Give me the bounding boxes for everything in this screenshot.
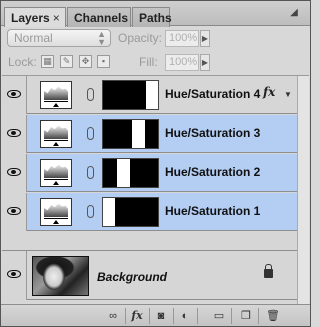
tab-channels-label: Channels (74, 11, 129, 25)
eye-icon (7, 207, 21, 215)
lock-icon (264, 264, 273, 278)
background-layer-row[interactable]: Background (2, 250, 309, 300)
layers-panel: Layers × Channels Paths ◢ Normal ▲ ▼ Opaci… (0, 0, 311, 327)
histogram-baseline (44, 101, 68, 102)
tab-channels[interactable]: Channels (67, 7, 131, 27)
link-layers-icon[interactable]: ∞ (104, 308, 122, 324)
chain-link-icon[interactable] (87, 88, 94, 101)
toolbar-separator (258, 308, 259, 324)
mask-white-area (103, 198, 115, 226)
mask-white-area (146, 81, 158, 109)
eye-icon (7, 90, 21, 98)
chain-link-icon[interactable] (87, 127, 94, 140)
visibility-toggle[interactable] (2, 115, 27, 153)
add-mask-icon[interactable]: ◙ (152, 308, 170, 324)
lock-position-icon[interactable]: ✥ (79, 55, 92, 68)
blend-row: Normal ▲ ▼ Opacity: 100% ▶ (1, 27, 310, 49)
background-image-thumbnail[interactable] (32, 256, 89, 296)
toolbar-separator (197, 308, 198, 324)
toolbar-separator (173, 308, 174, 324)
new-layer-icon[interactable]: ❐ (237, 308, 255, 324)
layers-scrollbar[interactable] (297, 76, 309, 304)
layers-list: Hue/Saturation 4 fx ▼ Hue/Saturation 3 H… (2, 75, 309, 304)
layer-mask-thumbnail[interactable] (102, 197, 159, 227)
select-arrows-icon: ▲ ▼ (97, 29, 106, 47)
adjustment-thumbnail[interactable] (40, 120, 72, 148)
adjustment-thumbnail[interactable] (40, 198, 72, 226)
toolbar-separator (231, 308, 232, 324)
histogram-icon (44, 86, 68, 100)
lock-label: Lock: (8, 55, 37, 69)
layer-row[interactable]: Hue/Saturation 1 (2, 193, 309, 231)
adjustment-thumbnail[interactable] (40, 159, 72, 187)
panel-tab-bar: Layers × Channels Paths ◢ (1, 1, 310, 27)
close-tab-icon[interactable]: × (53, 11, 60, 25)
fill-field[interactable]: 100% (165, 54, 199, 71)
histogram-baseline (44, 218, 68, 219)
slider-triangle-icon (53, 103, 59, 107)
tab-paths-label: Paths (139, 11, 172, 25)
adjustment-thumbnail[interactable] (40, 81, 72, 109)
histogram-baseline (44, 179, 68, 180)
histogram-icon (44, 164, 68, 178)
fill-label: Fill: (139, 55, 158, 69)
new-adjustment-layer-icon[interactable]: ◐ (176, 308, 194, 324)
opacity-field[interactable]: 100% (165, 30, 199, 47)
histogram-baseline (44, 140, 68, 141)
opacity-label: Opacity: (118, 31, 163, 45)
histogram-icon (44, 125, 68, 139)
fill-flyout-icon[interactable]: ▶ (200, 54, 210, 71)
layer-row[interactable]: Hue/Saturation 2 (2, 154, 309, 192)
delete-layer-icon[interactable]: 🗑 (264, 308, 282, 324)
histogram-icon (44, 203, 68, 217)
panel-menu-icon[interactable]: ◢ (286, 6, 302, 20)
eye-icon (7, 129, 21, 137)
lock-image-pixels-icon[interactable]: ✎ (60, 55, 73, 68)
eye-icon (7, 168, 21, 176)
mask-white-area (117, 159, 130, 187)
layer-row[interactable]: Hue/Saturation 3 (2, 115, 309, 153)
slider-triangle-icon (53, 142, 59, 146)
effects-expand-icon[interactable]: ▼ (284, 90, 292, 99)
layer-name[interactable]: Hue/Saturation 4 (165, 87, 260, 101)
panel-bottom-toolbar: ∞ fx ◙ ◐ ▭ ❐ 🗑 (1, 304, 310, 326)
slider-triangle-icon (53, 181, 59, 185)
lock-all-icon[interactable]: ▪ (97, 55, 110, 68)
eye-icon (7, 270, 21, 278)
slider-triangle-icon (53, 220, 59, 224)
visibility-toggle[interactable] (2, 193, 27, 231)
chain-link-icon[interactable] (87, 166, 94, 179)
chain-link-icon[interactable] (87, 205, 94, 218)
layer-row[interactable]: Hue/Saturation 4 fx ▼ (2, 76, 309, 114)
blend-mode-value: Normal (14, 31, 53, 45)
layer-name[interactable]: Hue/Saturation 2 (165, 165, 260, 179)
opacity-flyout-icon[interactable]: ▶ (200, 30, 210, 47)
layer-mask-thumbnail[interactable] (102, 119, 159, 149)
mask-white-area (132, 120, 145, 148)
lock-transparent-pixels-icon[interactable]: ▦ (41, 55, 54, 68)
tab-layers[interactable]: Layers × (4, 7, 66, 27)
visibility-toggle[interactable] (2, 76, 27, 114)
new-group-icon[interactable]: ▭ (210, 308, 228, 324)
add-layer-style-icon[interactable]: fx (128, 308, 146, 324)
tab-paths[interactable]: Paths (132, 7, 172, 27)
layer-name[interactable]: Hue/Saturation 1 (165, 204, 260, 218)
layer-name[interactable]: Hue/Saturation 3 (165, 126, 260, 140)
layer-effects-icon[interactable]: fx (263, 85, 275, 99)
layer-mask-thumbnail[interactable] (102, 80, 159, 110)
visibility-toggle[interactable] (2, 154, 27, 192)
toolbar-separator (149, 308, 150, 324)
layer-mask-thumbnail[interactable] (102, 158, 159, 188)
background-layer-name[interactable]: Background (97, 270, 167, 284)
blend-mode-select[interactable]: Normal ▲ ▼ (7, 29, 111, 47)
visibility-toggle[interactable] (2, 251, 27, 300)
lock-row: Lock: ▦ ✎ ✥ ▪ Fill: 100% ▶ (1, 51, 310, 73)
tab-layers-label: Layers (11, 11, 50, 25)
toolbar-separator (125, 308, 126, 324)
